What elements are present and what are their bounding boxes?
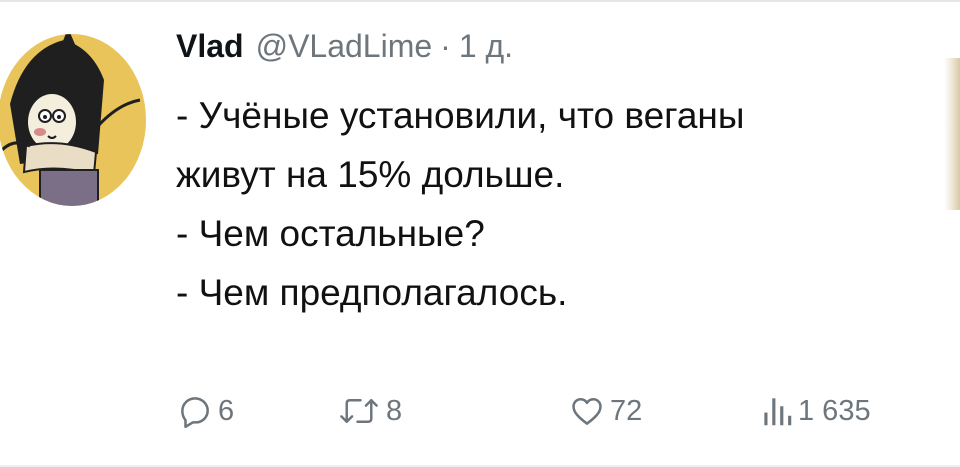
- reply-count: 6: [218, 394, 235, 427]
- retweet-icon: [336, 392, 382, 430]
- tweet-actions: 6 8 72 1 635: [176, 383, 936, 439]
- tweet-header: Vlad @VLadLime · 1 д.: [176, 28, 936, 78]
- reply-button[interactable]: 6: [176, 383, 234, 439]
- views-count: 1 635: [798, 394, 871, 427]
- top-divider: [0, 0, 960, 2]
- avatar-image: [0, 34, 146, 206]
- retweet-button[interactable]: 8: [336, 383, 402, 439]
- separator-dot: ·: [440, 28, 451, 64]
- retweet-count: 8: [386, 394, 403, 427]
- avatar[interactable]: [0, 34, 152, 206]
- tweet-text: - Учёные установили, что веганы живут на…: [176, 86, 936, 322]
- tweet-line: - Чем остальные?: [176, 213, 485, 254]
- tweet-line: живут на 15% дольше.: [176, 154, 565, 195]
- author-handle[interactable]: @VLadLime: [256, 28, 433, 65]
- author-name[interactable]: Vlad: [176, 28, 244, 65]
- tweet: Vlad @VLadLime · 1 д. - Учёные установил…: [176, 28, 936, 322]
- reply-icon: [176, 392, 214, 430]
- like-count: 72: [610, 394, 643, 427]
- views-icon: [760, 392, 794, 430]
- heart-icon: [568, 392, 606, 430]
- tweet-line: - Учёные установили, что веганы: [176, 95, 745, 136]
- views-button[interactable]: 1 635: [760, 383, 871, 439]
- edge-artifact: [944, 58, 960, 210]
- like-button[interactable]: 72: [568, 383, 642, 439]
- timestamp[interactable]: 1 д.: [459, 28, 513, 65]
- tweet-line: - Чем предполагалось.: [176, 272, 568, 313]
